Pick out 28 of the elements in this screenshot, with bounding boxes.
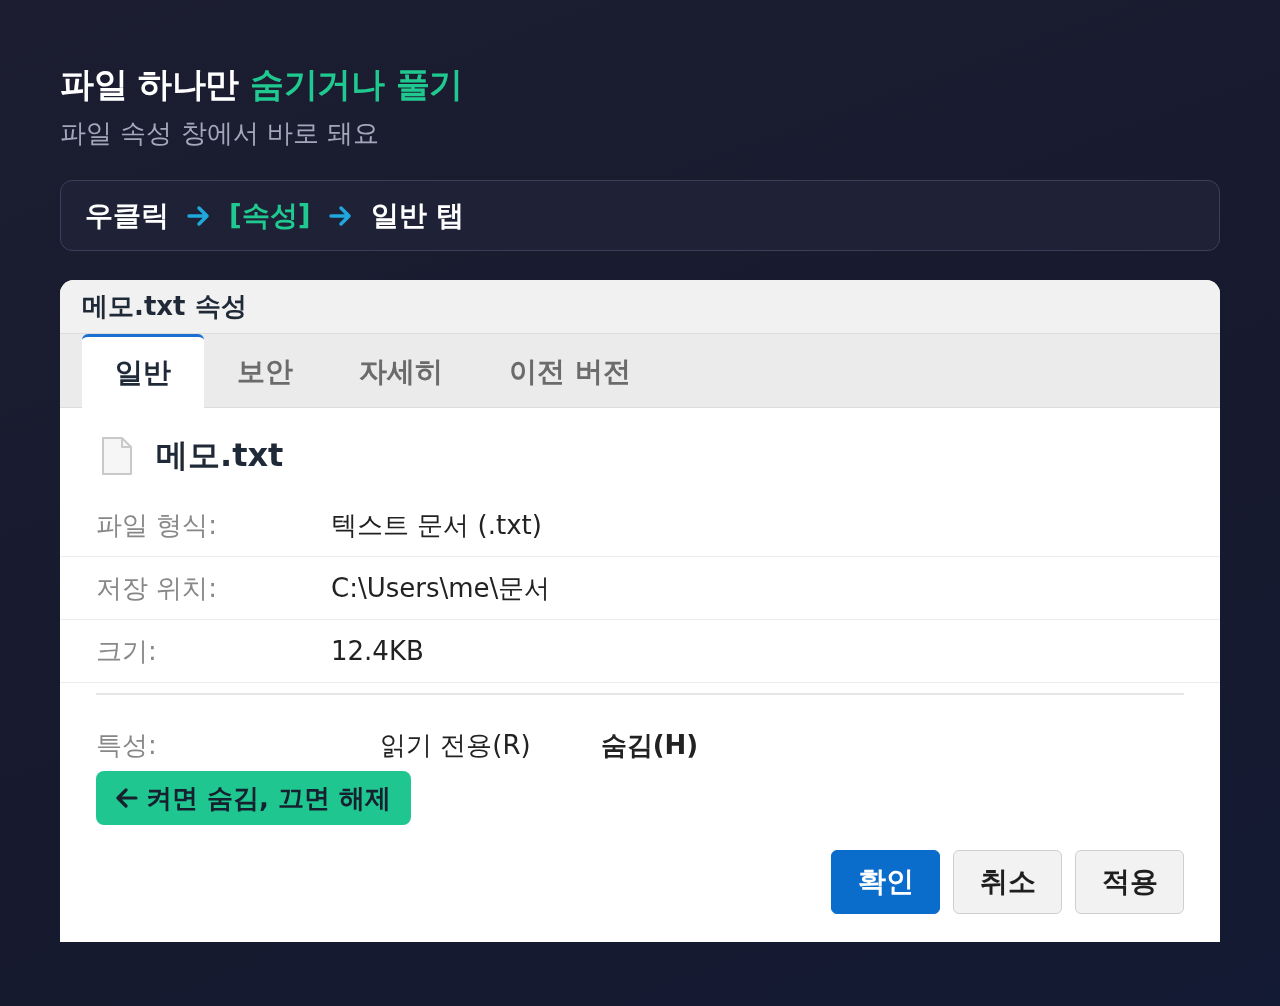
tab[interactable]: 일반 (82, 334, 204, 408)
hint-text: 켜면 숨김, 끄면 해제 (146, 781, 392, 815)
step-label: [속성] (229, 197, 311, 234)
left-arrow-icon (116, 788, 138, 808)
step-label: 일반 탭 (370, 197, 465, 234)
tab[interactable]: 자세히 (326, 334, 476, 407)
step-label: 우클릭 (85, 197, 169, 234)
property-label: 파일 형식: (96, 508, 219, 542)
dialog-button[interactable]: 취소 (953, 850, 1062, 914)
tab[interactable]: 이전 버전 (476, 334, 664, 407)
property-label: 크기: (96, 634, 158, 668)
property-value: 12.4KB (331, 636, 424, 666)
property-value: C:\Users\me\문서 (331, 571, 551, 605)
ok-button[interactable]: 확인 (831, 850, 940, 914)
attributes-label: 특성: (96, 728, 158, 762)
dialog-title: 메모.txt 속성 (82, 290, 247, 323)
tab[interactable]: 보안 (204, 334, 326, 407)
dialog-button[interactable]: 적용 (1075, 850, 1184, 914)
property-label: 저장 위치: (96, 571, 219, 605)
right-arrow-icon (187, 204, 211, 227)
file-name: 메모.txt (156, 435, 284, 476)
page-subtitle: 파일 속성 창에서 바로 돼요 (60, 117, 381, 150)
right-arrow-icon (328, 204, 353, 227)
property-value: 텍스트 문서 (.txt) (331, 508, 542, 542)
page-title: 파일 하나만 숨기거나 풀기 (60, 63, 464, 106)
attribute-option[interactable]: 읽기 전용(R) (380, 727, 531, 763)
attribute-option[interactable]: 숨김(H) (600, 727, 699, 763)
file-icon (102, 437, 132, 475)
